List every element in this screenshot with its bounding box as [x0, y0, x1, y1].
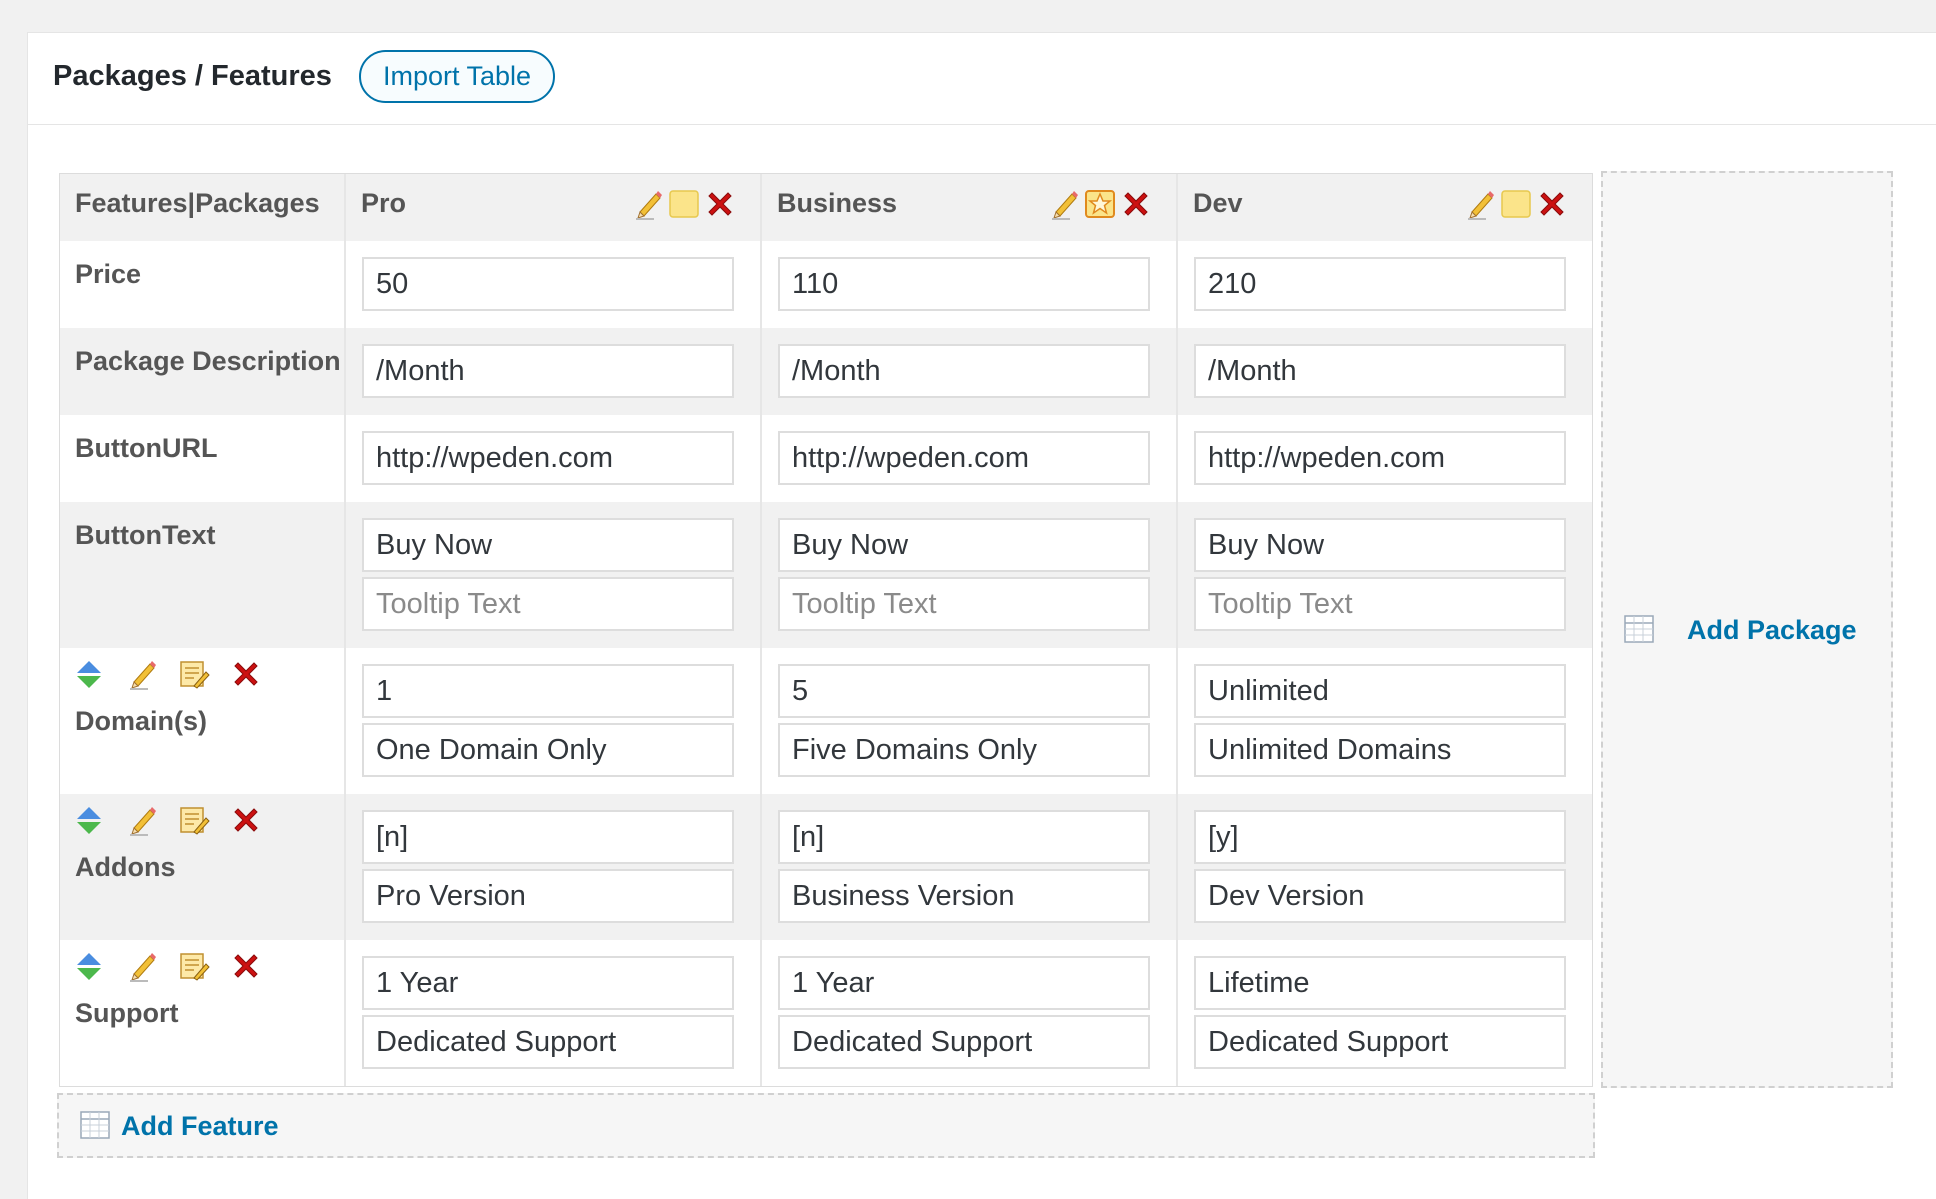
price-input-dev[interactable]: [1194, 257, 1566, 311]
pencil-icon[interactable]: [1048, 188, 1080, 220]
feature-value-input[interactable]: [1194, 956, 1566, 1010]
table-grid-icon: [1623, 613, 1655, 645]
column-divider: [1176, 174, 1178, 1086]
corner-label: Features|Packages: [75, 188, 320, 218]
panel-header: Packages / Features Import Table: [28, 33, 1936, 125]
close-icon[interactable]: [704, 188, 736, 220]
move-arrows-icon[interactable]: [73, 950, 105, 982]
pencil-icon[interactable]: [1464, 188, 1496, 220]
feature-description-input[interactable]: [362, 869, 734, 923]
close-icon[interactable]: [1536, 188, 1568, 220]
price-input-pro[interactable]: [362, 257, 734, 311]
table-grid-icon: [79, 1109, 111, 1141]
feature-value-input[interactable]: [1194, 810, 1566, 864]
button-url-input-pro[interactable]: [362, 431, 734, 485]
note-edit-icon[interactable]: [178, 658, 210, 690]
feature-value-input[interactable]: [778, 810, 1150, 864]
button-text-input-business[interactable]: [778, 518, 1150, 572]
star-icon[interactable]: [1084, 188, 1116, 220]
feature-value-input[interactable]: [1194, 664, 1566, 718]
price-row: Price: [60, 241, 1592, 328]
pencil-icon[interactable]: [126, 804, 158, 836]
close-icon[interactable]: [230, 658, 262, 690]
tooltip-input-dev[interactable]: [1194, 577, 1566, 631]
pricing-table: Features|Packages Pro Business Dev Price…: [59, 173, 1593, 1087]
feature-description-input[interactable]: [362, 1015, 734, 1069]
pencil-icon[interactable]: [126, 950, 158, 982]
description-label: Package Description: [75, 346, 341, 376]
highlight-box-icon[interactable]: [1500, 188, 1532, 220]
button-text-row: ButtonText: [60, 502, 1592, 648]
button-text-input-pro[interactable]: [362, 518, 734, 572]
feature-value-input[interactable]: [362, 664, 734, 718]
page-title: Packages / Features: [53, 60, 332, 92]
button-text-input-dev[interactable]: [1194, 518, 1566, 572]
feature-label: Addons: [75, 852, 176, 882]
description-input-pro[interactable]: [362, 344, 734, 398]
feature-value-input[interactable]: [362, 956, 734, 1010]
table-header-row: Features|Packages Pro Business Dev: [60, 174, 1592, 241]
description-input-dev[interactable]: [1194, 344, 1566, 398]
import-table-button[interactable]: Import Table: [359, 50, 555, 103]
add-package-link[interactable]: Add Package: [1687, 615, 1857, 646]
package-name-pro: Pro: [361, 188, 407, 218]
feature-value-input[interactable]: [778, 956, 1150, 1010]
column-divider: [760, 174, 762, 1086]
button-text-label: ButtonText: [75, 520, 216, 550]
pencil-icon[interactable]: [632, 188, 664, 220]
feature-description-input[interactable]: [362, 723, 734, 777]
description-input-business[interactable]: [778, 344, 1150, 398]
price-input-business[interactable]: [778, 257, 1150, 311]
button-url-label: ButtonURL: [75, 433, 218, 463]
tooltip-input-business[interactable]: [778, 577, 1150, 631]
button-url-row: ButtonURL: [60, 415, 1592, 502]
feature-value-input[interactable]: [362, 810, 734, 864]
price-label: Price: [75, 259, 142, 289]
button-url-input-dev[interactable]: [1194, 431, 1566, 485]
note-edit-icon[interactable]: [178, 950, 210, 982]
close-icon[interactable]: [230, 804, 262, 836]
feature-row: Domain(s): [60, 648, 1592, 794]
feature-description-input[interactable]: [778, 1015, 1150, 1069]
package-name-dev: Dev: [1193, 188, 1243, 218]
add-feature-link[interactable]: Add Feature: [121, 1111, 279, 1142]
feature-description-input[interactable]: [1194, 869, 1566, 923]
pencil-icon[interactable]: [126, 658, 158, 690]
add-feature-area[interactable]: Add Feature: [57, 1093, 1595, 1158]
column-divider: [344, 174, 346, 1086]
note-edit-icon[interactable]: [178, 804, 210, 836]
feature-description-input[interactable]: [1194, 723, 1566, 777]
feature-label: Support: [75, 998, 179, 1028]
close-icon[interactable]: [230, 950, 262, 982]
feature-description-input[interactable]: [1194, 1015, 1566, 1069]
tooltip-input-pro[interactable]: [362, 577, 734, 631]
feature-description-input[interactable]: [778, 723, 1150, 777]
feature-description-input[interactable]: [778, 869, 1150, 923]
feature-row: Support: [60, 940, 1592, 1086]
move-arrows-icon[interactable]: [73, 658, 105, 690]
highlight-box-icon[interactable]: [668, 188, 700, 220]
button-url-input-business[interactable]: [778, 431, 1150, 485]
feature-value-input[interactable]: [778, 664, 1150, 718]
add-package-area[interactable]: Add Package: [1601, 171, 1893, 1088]
close-icon[interactable]: [1120, 188, 1152, 220]
description-row: Package Description: [60, 328, 1592, 415]
package-name-business: Business: [777, 188, 898, 218]
move-arrows-icon[interactable]: [73, 804, 105, 836]
feature-label: Domain(s): [75, 706, 208, 736]
feature-row: Addons: [60, 794, 1592, 940]
